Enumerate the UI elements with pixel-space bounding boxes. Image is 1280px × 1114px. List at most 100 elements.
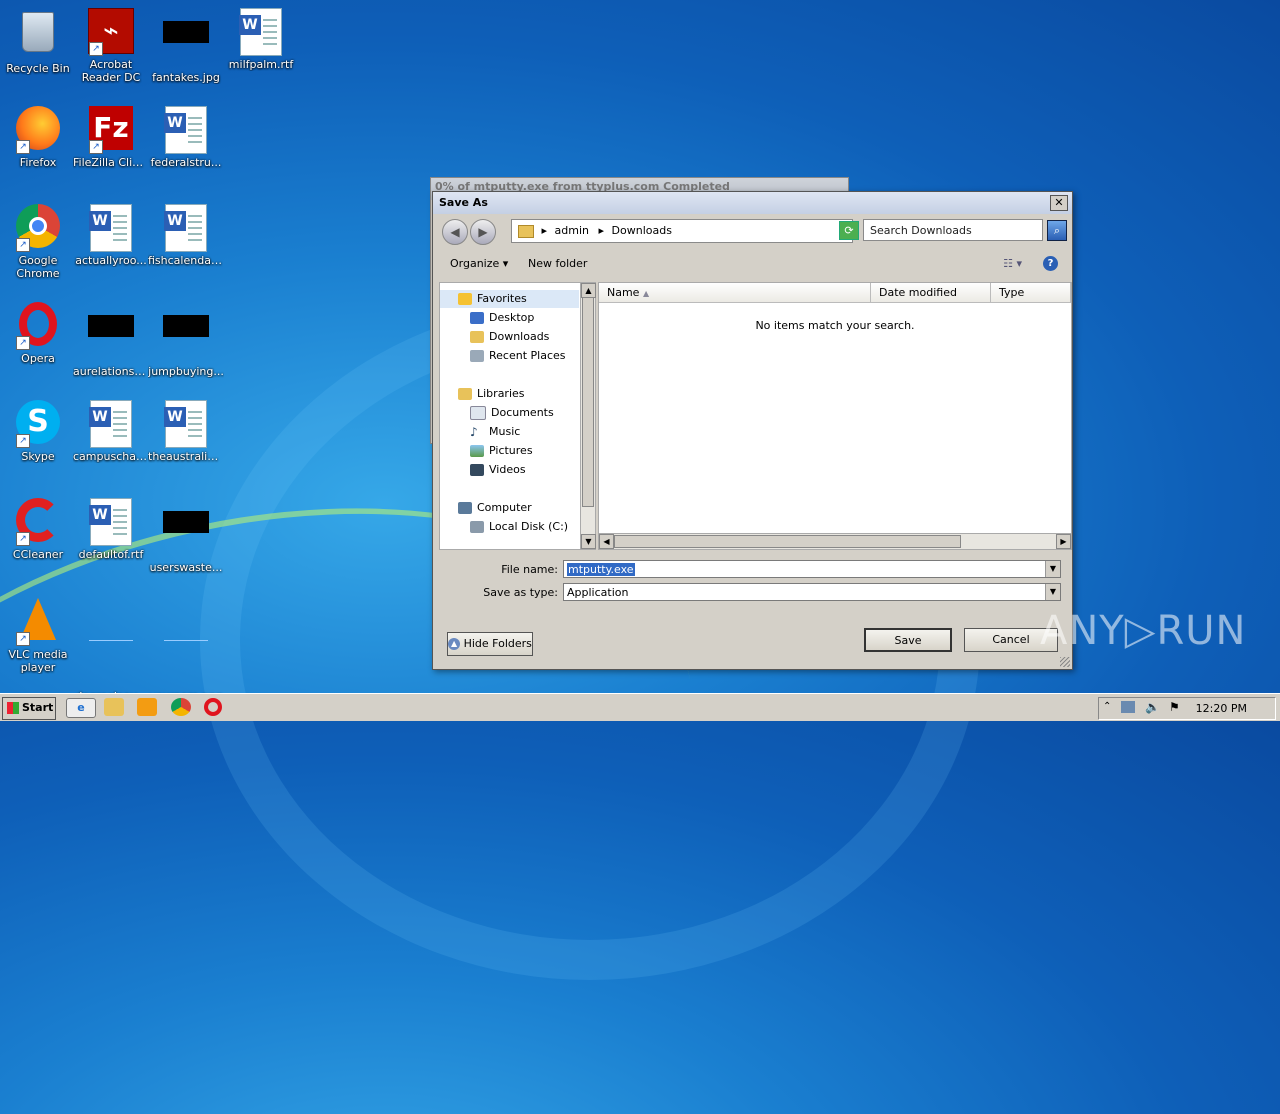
desktop-icon-youroom[interactable]: youroom.png (148, 596, 224, 703)
save-as-type-select[interactable]: Application ▼ (563, 583, 1061, 601)
start-button[interactable]: Start (2, 697, 56, 720)
star-icon (458, 293, 472, 305)
desktop-icon-google-chrome[interactable]: ↗ Google Chrome (0, 204, 76, 280)
nav-libraries[interactable]: Libraries (458, 385, 525, 403)
opera-taskbar-icon[interactable] (204, 698, 222, 716)
word-document-icon (237, 8, 285, 56)
desktop-icon-ccleaner[interactable]: ↗ CCleaner (0, 498, 76, 561)
nav-desktop[interactable]: Desktop (470, 309, 534, 327)
desktop-icon-aurelationsh[interactable]: aurelationsh... (73, 302, 149, 378)
column-header-name[interactable]: Name ▲ (599, 283, 871, 303)
save-button[interactable]: Save (864, 628, 952, 652)
hide-folders-button[interactable]: ▲ Hide Folders (447, 632, 533, 656)
navigation-pane-scrollbar[interactable]: ▲ ▼ (580, 282, 596, 550)
change-view-icon[interactable]: ☷ ▾ (1003, 252, 1022, 276)
desktop-icon-opera[interactable]: ↗ Opera (0, 302, 76, 365)
nav-music[interactable]: ♪ Music (470, 423, 520, 441)
scroll-right-icon[interactable]: ▶ (1056, 534, 1071, 549)
dialog-title: Save As (439, 196, 488, 209)
close-button[interactable]: ✕ (1050, 195, 1068, 211)
save-as-type-row: Save as type: Application ▼ (433, 583, 1072, 603)
desktop-icon-campuschar[interactable]: campuschar... (73, 400, 149, 463)
save-as-type-label: Save as type: (483, 586, 558, 599)
column-header-type[interactable]: Type (991, 283, 1071, 303)
word-document-icon (87, 204, 135, 252)
desktop-icon-actuallyroo[interactable]: actuallyroo... (73, 204, 149, 267)
nav-local-disk[interactable]: Local Disk (C:) (470, 518, 568, 536)
scroll-up-icon[interactable]: ▲ (581, 283, 596, 298)
save-as-titlebar[interactable]: Save As ✕ (433, 192, 1072, 214)
file-name-dropdown-icon[interactable]: ▼ (1045, 561, 1060, 577)
desktop-icon-fishcalendar[interactable]: fishcalendar... (148, 204, 224, 267)
desktop-icon-defaultof[interactable]: defaultof.rtf (73, 498, 149, 561)
skype-icon: S ↗ (14, 400, 62, 448)
nav-videos[interactable]: Videos (470, 461, 526, 479)
desktop-icon-milfpalm[interactable]: milfpalm.rtf (223, 8, 299, 71)
word-document-icon (162, 204, 210, 252)
blank-file-icon (87, 640, 135, 688)
organize-menu[interactable]: Organize ▾ (450, 252, 508, 276)
desktop-icon-filezilla[interactable]: Fz ↗ FileZilla Client (73, 106, 149, 169)
desktop-icon-theaustralia[interactable]: theaustralia... (148, 400, 224, 463)
nav-downloads[interactable]: Downloads (470, 328, 549, 346)
explorer-folder-icon[interactable] (104, 698, 124, 716)
breadcrumb-admin[interactable]: admin (555, 224, 589, 237)
chrome-icon: ↗ (14, 204, 62, 252)
music-note-icon: ♪ (470, 425, 478, 439)
videos-icon (470, 464, 484, 476)
media-player-icon[interactable] (137, 698, 157, 716)
file-name-input[interactable]: mtputty.exe ▼ (563, 560, 1061, 578)
desktop-icon-federalstru[interactable]: federalstru... (148, 106, 224, 169)
desktop-icon-acrobat[interactable]: ⌁ ↗ Acrobat Reader DC (73, 8, 149, 84)
column-header-date-modified[interactable]: Date modified (871, 283, 991, 303)
desktop-icon-recycle-bin[interactable]: Recycle Bin (0, 8, 76, 75)
navigation-pane: Favorites Desktop Downloads Recent Place… (439, 282, 582, 550)
scroll-down-icon[interactable]: ▼ (581, 534, 596, 549)
desktop-icon-firefox[interactable]: ↗ Firefox (0, 106, 76, 169)
refresh-icon[interactable]: ⟳ (839, 221, 859, 240)
file-name-row: File name: mtputty.exe ▼ (433, 560, 1072, 580)
desktop-icon-fantakes[interactable]: fantakes.jpg (148, 8, 224, 84)
desktop-icon-userswaste[interactable]: userswaste... (148, 498, 224, 574)
back-button[interactable]: ◀ (442, 219, 468, 245)
volume-icon[interactable]: 🔈 (1145, 700, 1160, 714)
scroll-thumb[interactable] (614, 535, 961, 548)
scroll-left-icon[interactable]: ◀ (599, 534, 614, 549)
acrobat-icon: ⌁ ↗ (87, 8, 135, 56)
desktop-icon-skype[interactable]: S ↗ Skype (0, 400, 76, 463)
save-as-type-dropdown-icon[interactable]: ▼ (1045, 584, 1060, 600)
drive-icon (470, 521, 484, 533)
file-list-horizontal-scrollbar[interactable]: ◀ ▶ (599, 533, 1071, 549)
nav-computer[interactable]: Computer (458, 499, 532, 517)
tray-expand-icon[interactable]: ⌃ (1103, 701, 1111, 712)
file-list[interactable]: Name ▲ Date modified Type No items match… (598, 282, 1072, 550)
network-icon[interactable] (1121, 701, 1135, 713)
nav-pictures[interactable]: Pictures (470, 442, 533, 460)
ccleaner-icon: ↗ (14, 498, 62, 546)
desktop-icon-vlc[interactable]: ↗ VLC media player (0, 596, 76, 674)
search-icon[interactable]: ⌕ (1047, 220, 1067, 241)
nav-documents[interactable]: Documents (470, 404, 554, 422)
new-folder-button[interactable]: New folder (528, 252, 587, 276)
vlc-cone-icon: ↗ (14, 598, 62, 646)
address-bar[interactable]: ▸ admin ▸ Downloads ▼ (511, 219, 853, 243)
blank-image-icon (162, 640, 210, 688)
desktop-icon-degreeleav[interactable]: degreeleav... (73, 596, 149, 703)
forward-button[interactable]: ▶ (470, 219, 496, 245)
nav-recent-places[interactable]: Recent Places (470, 347, 566, 365)
help-icon[interactable]: ? (1043, 256, 1058, 271)
breadcrumb-downloads[interactable]: Downloads (612, 224, 672, 237)
desktop-icon-jumpbuying[interactable]: jumpbuying... (148, 302, 224, 378)
action-center-flag-icon[interactable]: ⚑ (1169, 700, 1180, 714)
windows-logo-icon (7, 702, 19, 714)
taskbar: Start e ⌃ 🔈 ⚑ 12:20 PM (0, 693, 1280, 721)
recycle-bin-icon (14, 12, 62, 60)
search-input[interactable]: Search Downloads (863, 219, 1043, 241)
word-document-icon (162, 400, 210, 448)
nav-favorites[interactable]: Favorites (440, 290, 579, 308)
chrome-taskbar-icon[interactable] (171, 698, 191, 716)
clock[interactable]: 12:20 PM (1196, 702, 1247, 715)
internet-explorer-icon[interactable]: e (66, 698, 96, 718)
scroll-thumb[interactable] (582, 297, 594, 507)
resize-grip-icon[interactable] (1060, 657, 1070, 667)
